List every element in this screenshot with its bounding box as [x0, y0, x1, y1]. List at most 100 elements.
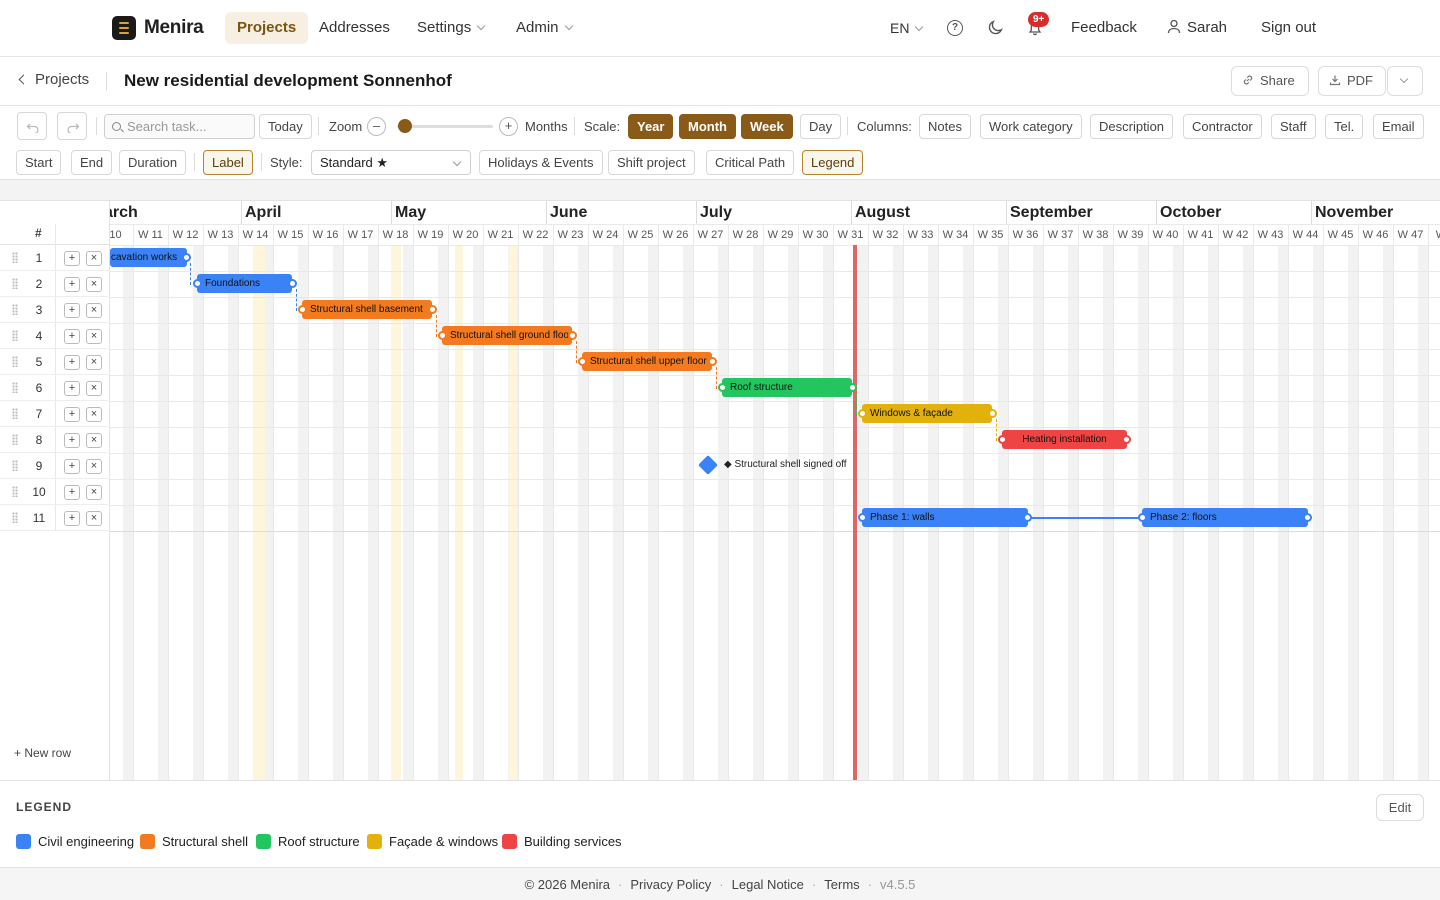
share-button[interactable]: Share [1231, 66, 1309, 96]
table-row[interactable]: 9 + × [0, 453, 110, 479]
column-contractor[interactable]: Contractor [1183, 114, 1262, 139]
column-notes[interactable]: Notes [919, 114, 971, 139]
nav-addresses[interactable]: Addresses [307, 12, 402, 44]
add-row-button[interactable]: + [64, 407, 80, 422]
bar-end-handle[interactable] [708, 357, 717, 366]
column-staff[interactable]: Staff [1271, 114, 1316, 139]
redo-button[interactable] [57, 112, 87, 140]
bar-end-handle[interactable] [848, 383, 857, 392]
add-row-button[interactable]: + [64, 511, 80, 526]
table-row[interactable]: 1 + × [0, 245, 110, 271]
drag-handle-icon[interactable] [12, 382, 18, 393]
bar-start-handle[interactable] [1138, 513, 1147, 522]
add-row-button[interactable]: + [64, 251, 80, 266]
legend-toggle-button[interactable]: Legend [802, 150, 864, 175]
column-email[interactable]: Email [1373, 114, 1424, 139]
add-row-button[interactable]: + [64, 303, 80, 318]
bar-end-handle[interactable] [1303, 513, 1312, 522]
drag-handle-icon[interactable] [12, 278, 18, 289]
drag-handle-icon[interactable] [12, 486, 18, 497]
delete-row-button[interactable]: × [86, 381, 102, 396]
bar-start-handle[interactable] [858, 409, 867, 418]
add-row-button[interactable]: + [64, 485, 80, 500]
zoom-out-button[interactable]: – [367, 117, 386, 136]
legend-edit-button[interactable]: Edit [1376, 794, 1424, 821]
drag-handle-icon[interactable] [12, 330, 18, 341]
delete-row-button[interactable]: × [86, 407, 102, 422]
table-row[interactable]: 3 + × [0, 297, 110, 323]
feedback-link[interactable]: Feedback [1071, 12, 1137, 44]
bar-start-handle[interactable] [193, 279, 202, 288]
search-input[interactable]: Search task... [104, 114, 255, 139]
bar-end-handle[interactable] [1122, 435, 1131, 444]
bar-end-handle[interactable] [182, 253, 191, 262]
legal-notice-link[interactable]: Legal Notice [732, 877, 804, 892]
toggle-duration[interactable]: Duration [119, 150, 187, 175]
bar-start-handle[interactable] [858, 513, 867, 522]
scale-month[interactable]: Month [679, 114, 736, 139]
gantt-chart-area[interactable]: arch April May June July August September Octob… [110, 201, 1440, 780]
drag-handle-icon[interactable] [12, 356, 18, 367]
toggle-end[interactable]: End [71, 150, 113, 175]
task-bar-foundations[interactable]: Foundations [197, 274, 292, 293]
holidays-events-button[interactable]: Holidays & Events [479, 150, 603, 175]
table-row[interactable]: 11 + × [0, 505, 110, 531]
delete-row-button[interactable]: × [86, 511, 102, 526]
scale-year[interactable]: Year [628, 114, 674, 139]
bar-start-handle[interactable] [578, 357, 587, 366]
nav-admin[interactable]: Admin [504, 12, 584, 44]
zoom-in-button[interactable]: + [499, 117, 518, 136]
task-bar-shell-upper-floor[interactable]: Structural shell upper floor [582, 352, 712, 371]
table-row[interactable]: 8 + × [0, 427, 110, 453]
delete-row-button[interactable]: × [86, 355, 102, 370]
table-row[interactable]: 4 + × [0, 323, 110, 349]
task-bar-shell-basement[interactable]: Structural shell basement [302, 300, 432, 319]
task-bar-heating-installation[interactable]: Heating installation [1002, 430, 1127, 449]
drag-handle-icon[interactable] [12, 512, 18, 523]
drag-handle-icon[interactable] [12, 304, 18, 315]
column-tel[interactable]: Tel. [1325, 114, 1364, 139]
bar-end-handle[interactable] [428, 305, 437, 314]
delete-row-button[interactable]: × [86, 329, 102, 344]
add-row-button[interactable]: + [64, 329, 80, 344]
delete-row-button[interactable]: × [86, 277, 102, 292]
drag-handle-icon[interactable] [12, 434, 18, 445]
nav-settings[interactable]: Settings [405, 12, 496, 44]
drag-handle-icon[interactable] [12, 408, 18, 419]
language-select[interactable]: EN [890, 12, 924, 44]
table-row[interactable]: 2 + × [0, 271, 110, 297]
drag-handle-icon[interactable] [12, 252, 18, 263]
milestone-diamond[interactable] [698, 455, 718, 475]
task-bar-windows-facade[interactable]: Windows & façade [862, 404, 992, 423]
add-row-button[interactable]: + [64, 433, 80, 448]
table-row[interactable]: 7 + × [0, 401, 110, 427]
nav-projects[interactable]: Projects [225, 12, 309, 44]
task-bar-shell-ground-floor[interactable]: Structural shell ground floor [442, 326, 572, 345]
add-row-button[interactable]: + [64, 277, 80, 292]
scale-day[interactable]: Day [800, 114, 842, 139]
add-row-button[interactable]: + [64, 355, 80, 370]
pdf-button[interactable]: PDF [1318, 66, 1386, 96]
back-to-projects[interactable]: Projects [18, 71, 89, 88]
bar-start-handle[interactable] [718, 383, 727, 392]
column-description[interactable]: Description [1090, 114, 1174, 139]
critical-path-button[interactable]: Critical Path [706, 150, 795, 175]
bar-end-handle[interactable] [288, 279, 297, 288]
toggle-label[interactable]: Label [203, 150, 253, 175]
bar-end-handle[interactable] [988, 409, 997, 418]
delete-row-button[interactable]: × [86, 251, 102, 266]
brand-logo[interactable]: Menira [112, 16, 204, 40]
column-work-category[interactable]: Work category [980, 114, 1082, 139]
add-row-button[interactable]: + [64, 381, 80, 396]
shift-project-button[interactable]: Shift project [608, 150, 695, 175]
drag-handle-icon[interactable] [12, 460, 18, 471]
new-row-button[interactable]: + New row [14, 746, 71, 760]
signout-link[interactable]: Sign out [1261, 12, 1316, 44]
bar-end-handle[interactable] [1023, 513, 1032, 522]
terms-link[interactable]: Terms [824, 877, 859, 892]
bar-start-handle[interactable] [298, 305, 307, 314]
dark-mode-icon[interactable] [987, 20, 1003, 36]
task-bar-phase-2-floors[interactable]: Phase 2: floors [1142, 508, 1308, 527]
zoom-slider-handle[interactable] [398, 119, 412, 133]
task-bar-phase-1-walls[interactable]: Phase 1: walls [862, 508, 1028, 527]
